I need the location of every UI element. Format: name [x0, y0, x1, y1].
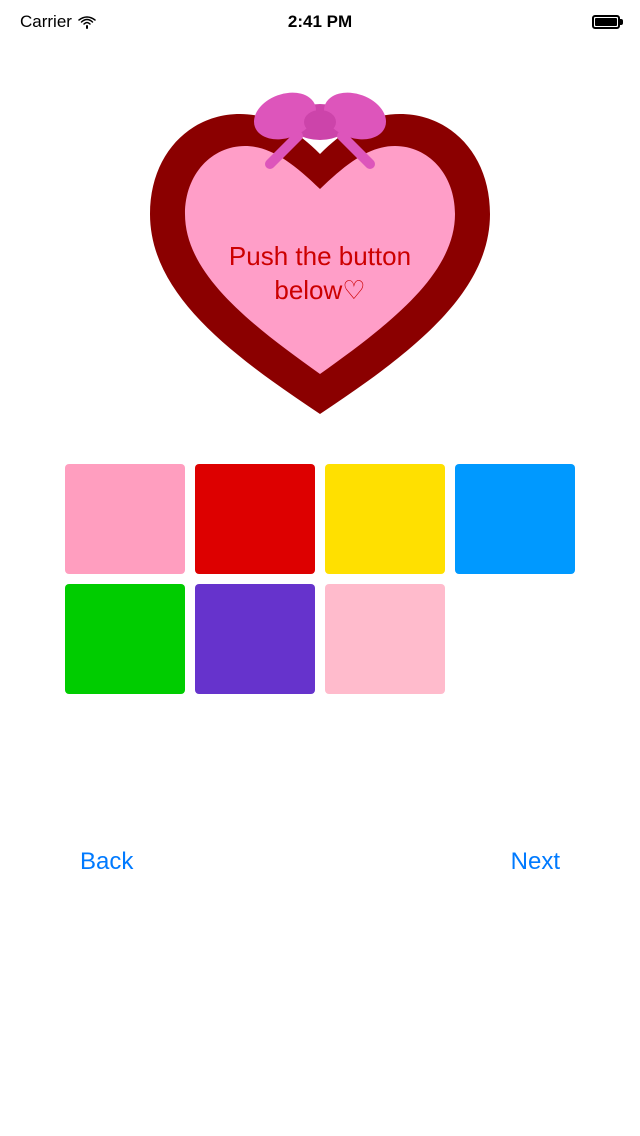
- nav-bar: Back Next: [0, 838, 640, 886]
- battery-icon: [592, 15, 620, 29]
- heart-message: Push the buttonbelow♡: [229, 240, 411, 308]
- next-button[interactable]: Next: [491, 838, 580, 886]
- main-content: Push the buttonbelow♡: [0, 44, 640, 694]
- carrier-text: Carrier: [20, 12, 72, 32]
- heart-container: Push the buttonbelow♡: [110, 64, 530, 444]
- back-button[interactable]: Back: [60, 838, 153, 886]
- color-button-purple[interactable]: [195, 584, 315, 694]
- battery-indicator: [592, 15, 620, 29]
- heart-outer: Push the buttonbelow♡: [130, 74, 510, 434]
- wifi-icon: [78, 15, 96, 29]
- color-button-red[interactable]: [195, 464, 315, 574]
- color-button-yellow[interactable]: [325, 464, 445, 574]
- status-time: 2:41 PM: [288, 12, 352, 32]
- color-button-blue[interactable]: [455, 464, 575, 574]
- color-button-pink[interactable]: [65, 464, 185, 574]
- status-bar: Carrier 2:41 PM: [0, 0, 640, 44]
- color-button-light-pink[interactable]: [325, 584, 445, 694]
- color-button-green[interactable]: [65, 584, 185, 694]
- carrier-info: Carrier: [20, 12, 96, 32]
- battery-fill: [595, 18, 617, 26]
- color-grid: [25, 464, 615, 694]
